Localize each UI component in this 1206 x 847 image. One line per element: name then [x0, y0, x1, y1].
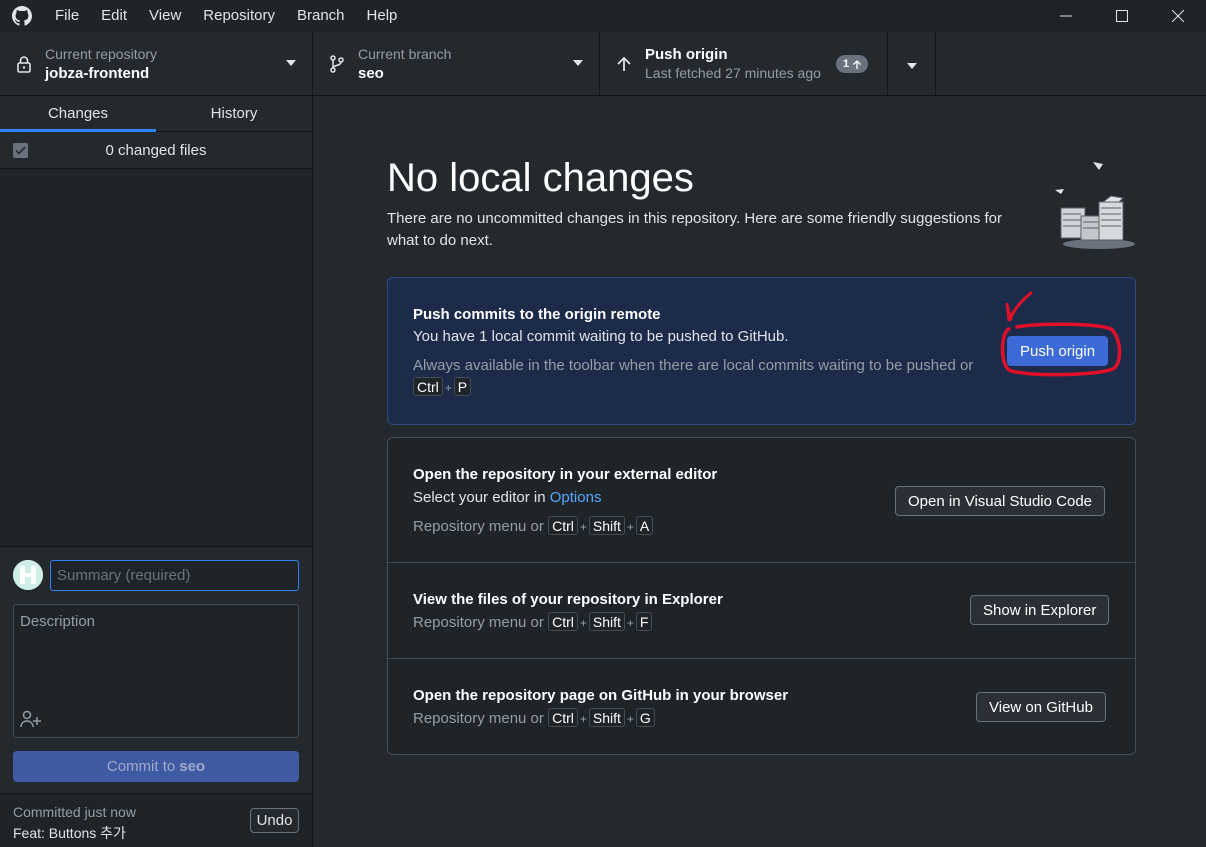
last-commit-message: Feat: Buttons 추가 — [13, 825, 126, 841]
maximize-button[interactable] — [1094, 0, 1150, 32]
show-in-explorer-row: View the files of your repository in Exp… — [388, 563, 1135, 659]
menu-help[interactable]: Help — [356, 0, 409, 32]
push-origin-card-button[interactable]: Push origin — [1007, 336, 1109, 366]
open-editor-title: Open the repository in your external edi… — [413, 466, 718, 483]
last-commit-time: Committed just now — [13, 804, 136, 820]
current-repository-dropdown[interactable]: Current repository jobza-frontend — [0, 32, 313, 96]
github-logo-icon — [10, 4, 34, 28]
menu-bar: File Edit View Repository Branch Help — [0, 0, 1206, 32]
push-origin-button[interactable]: Push origin Last fetched 27 minutes ago … — [600, 32, 888, 96]
caret-down-icon — [571, 56, 585, 70]
open-editor-hint: Repository menu or Ctrl + Shift + A — [413, 516, 654, 538]
minimize-button[interactable] — [1038, 0, 1094, 32]
changed-files-count: 0 changed files — [105, 141, 207, 159]
commit-button-branch: seo — [179, 758, 206, 775]
push-card-hint: Always available in the toolbar when the… — [413, 357, 974, 396]
menu-branch[interactable]: Branch — [286, 0, 356, 32]
view-on-github-row: Open the repository page on GitHub in yo… — [388, 659, 1135, 754]
actions-card: Open the repository in your external edi… — [387, 437, 1136, 755]
open-editor-description: Select your editor in Options — [413, 489, 601, 506]
avatar — [13, 560, 43, 590]
current-repository-name: jobza-frontend — [45, 65, 150, 82]
lock-icon — [14, 54, 34, 74]
show-in-explorer-hint-text: Repository menu or — [413, 614, 544, 631]
push-suggestion-card: Push commits to the origin remote You ha… — [387, 277, 1136, 425]
caret-down-icon — [284, 56, 298, 70]
menu-edit[interactable]: Edit — [90, 0, 138, 32]
commit-summary-input[interactable] — [50, 560, 299, 591]
menu-repository[interactable]: Repository — [192, 0, 286, 32]
page-subtitle: There are no uncommitted changes in this… — [387, 210, 1003, 249]
undo-button[interactable]: Undo — [250, 808, 299, 833]
menu-file[interactable]: File — [44, 0, 90, 32]
current-branch-name: seo — [358, 65, 384, 82]
shortcut-key: G — [635, 708, 655, 727]
checkmark-icon — [15, 146, 26, 155]
current-repository-label: Current repository — [45, 46, 158, 62]
current-branch-dropdown[interactable]: Current branch seo — [313, 32, 600, 96]
commit-description-input[interactable] — [14, 605, 298, 705]
shortcut-key: Ctrl — [548, 516, 578, 535]
open-editor-hint-text: Repository menu or — [413, 518, 544, 535]
toolbar: Current repository jobza-frontend Curren… — [0, 32, 1206, 96]
no-changes-illustration — [1043, 156, 1139, 256]
open-in-vscode-button[interactable]: Open in Visual Studio Code — [895, 486, 1106, 516]
close-icon — [1172, 10, 1184, 22]
window-controls — [1038, 0, 1206, 32]
sidebar: Changes History 0 changed files Commit t… — [0, 96, 313, 847]
commit-form: Commit to seo — [0, 546, 312, 793]
select-all-checkbox[interactable] — [13, 143, 28, 158]
branch-icon — [327, 54, 347, 74]
open-editor-row: Open the repository in your external edi… — [388, 438, 1135, 563]
options-link[interactable]: Options — [550, 489, 602, 506]
minimize-icon — [1060, 15, 1072, 17]
caret-down-icon — [906, 56, 917, 72]
tab-changes[interactable]: Changes — [0, 96, 156, 132]
arrow-up-icon — [614, 54, 634, 74]
maximize-icon — [1116, 10, 1128, 22]
view-on-github-title: Open the repository page on GitHub in yo… — [413, 687, 789, 704]
last-commit-bar: Committed just now Feat: Buttons 추가 Undo — [0, 793, 312, 847]
open-editor-desc-text: Select your editor in — [413, 489, 546, 506]
push-card-hint-text: Always available in the toolbar when the… — [413, 357, 974, 374]
arrow-up-icon — [853, 59, 862, 69]
commits-ahead-count: 1 — [843, 58, 850, 70]
shortcut-key: Ctrl — [548, 612, 578, 631]
view-on-github-button[interactable]: View on GitHub — [976, 692, 1106, 722]
commit-button-prefix: Commit to — [106, 758, 176, 775]
push-card-title: Push commits to the origin remote — [413, 306, 661, 323]
main-content: No local changes There are no uncommitte… — [313, 96, 1206, 847]
shortcut-key: Ctrl — [413, 377, 443, 396]
push-options-dropdown[interactable] — [888, 32, 936, 96]
page-title: No local changes — [387, 156, 694, 200]
shortcut-key: A — [635, 516, 654, 535]
sidebar-tabs: Changes History — [0, 96, 312, 132]
shortcut-key: Shift — [588, 612, 625, 631]
push-origin-label: Push origin — [645, 46, 728, 63]
last-fetched-text: Last fetched 27 minutes ago — [645, 65, 821, 81]
view-on-github-hint: Repository menu or Ctrl + Shift + G — [413, 708, 655, 730]
commit-button[interactable]: Commit to seo — [13, 751, 299, 782]
commits-ahead-badge: 1 — [836, 55, 869, 73]
push-card-description: You have 1 local commit waiting to be pu… — [413, 328, 789, 345]
changes-header: 0 changed files — [0, 132, 312, 169]
view-on-github-hint-text: Repository menu or — [413, 710, 544, 727]
close-window-button[interactable] — [1150, 0, 1206, 32]
add-coauthor-icon[interactable] — [20, 709, 44, 729]
show-in-explorer-title: View the files of your repository in Exp… — [413, 591, 723, 608]
shortcut-key: F — [635, 612, 653, 631]
shortcut-key: P — [453, 377, 472, 396]
commit-description-box — [13, 604, 299, 738]
shortcut-key: Shift — [588, 516, 625, 535]
shortcut-key: Ctrl — [548, 708, 578, 727]
tab-history[interactable]: History — [156, 96, 312, 131]
current-branch-label: Current branch — [358, 46, 452, 62]
show-in-explorer-button[interactable]: Show in Explorer — [970, 595, 1110, 625]
show-in-explorer-hint: Repository menu or Ctrl + Shift + F — [413, 612, 653, 634]
menu-view[interactable]: View — [138, 0, 192, 32]
shortcut-key: Shift — [588, 708, 625, 727]
